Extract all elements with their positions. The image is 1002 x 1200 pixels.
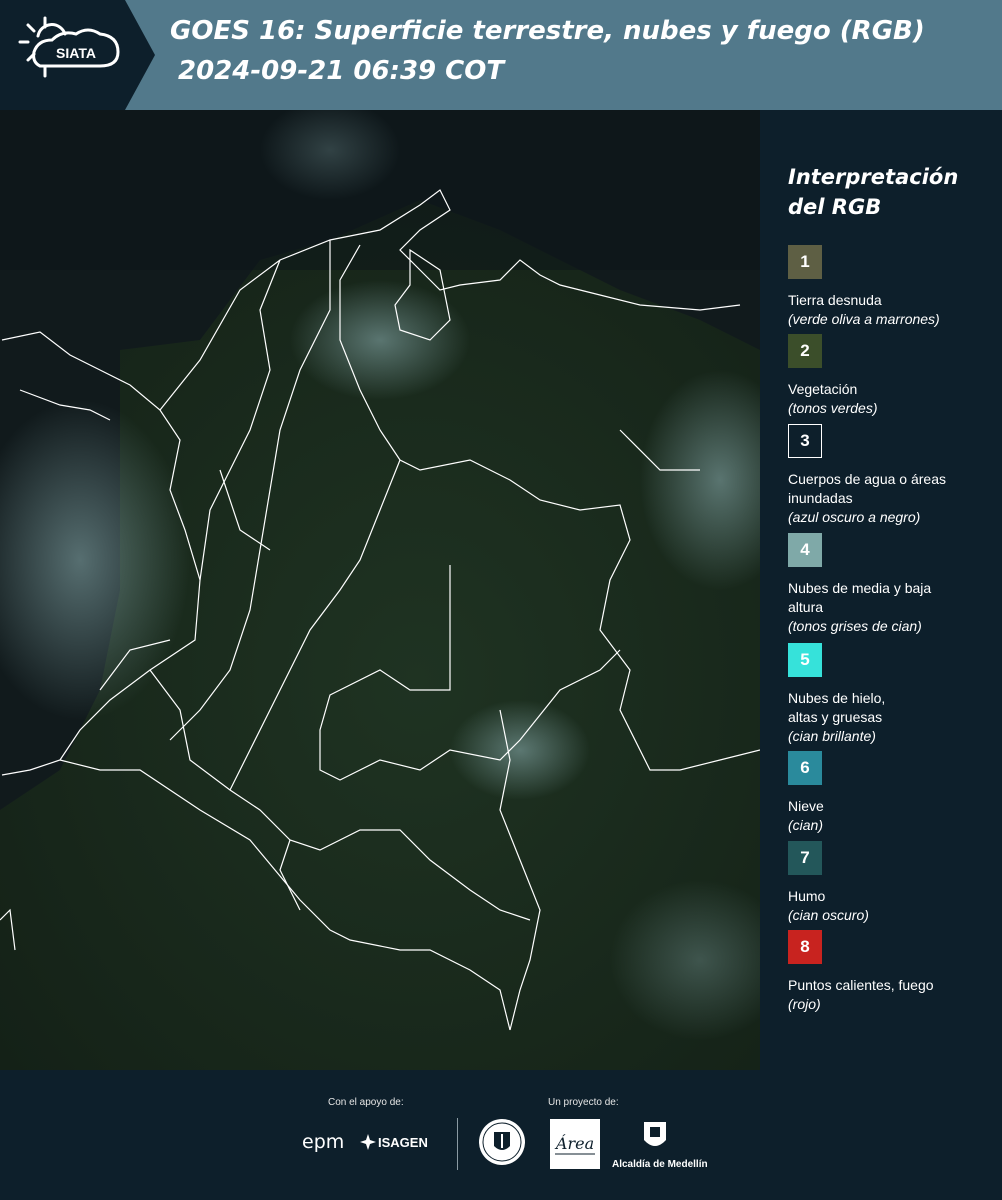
legend-swatch: 7 [788, 841, 822, 875]
legend-swatch: 3 [788, 424, 822, 458]
legend-swatch: 5 [788, 643, 822, 677]
legend-label: Nubes de media y baja altura [788, 580, 932, 615]
legend-label: Nieve [788, 798, 824, 814]
legend-sublabel: (cian oscuro) [788, 907, 869, 923]
legend-panel: Interpretación del RGB 1 Tierra desnuda … [760, 110, 1002, 1070]
legend-swatch: 4 [788, 533, 822, 567]
isagen-logo: ISAGEN [378, 1135, 428, 1150]
footer-divider [457, 1118, 458, 1170]
university-seal [479, 1119, 525, 1165]
legend-label: Vegetación [788, 381, 858, 397]
legend-label: Humo [788, 888, 826, 904]
medellin-coat-of-arms [644, 1122, 666, 1146]
logo-text: SIATA [56, 45, 96, 61]
legend-sublabel: (verde oliva a marrones) [788, 311, 940, 327]
legend-item: 2 Vegetación (tonos verdes) [788, 334, 998, 418]
legend-sublabel: (rojo) [788, 996, 821, 1012]
area-metropolitana-logo: Área [550, 1119, 600, 1169]
support-label: Con el apoyo de: [328, 1097, 404, 1108]
satellite-map [0, 110, 760, 1070]
page-timestamp: 2024-09-21 06:39 COT [178, 56, 505, 86]
legend-item: 5 Nubes de hielo, altas y gruesas (cian … [788, 643, 998, 746]
legend-item: 6 Nieve (cian) [788, 751, 998, 835]
alcaldia-medellin-label: Alcaldía de Medellín [612, 1159, 708, 1170]
legend-item: 4 Nubes de media y baja altura (tonos gr… [788, 533, 998, 636]
legend-item: 8 Puntos calientes, fuego (rojo) [788, 930, 998, 1014]
page-title: GOES 16: Superficie terrestre, nubes y f… [170, 16, 925, 46]
legend-label: Tierra desnuda [788, 292, 882, 308]
project-label: Un proyecto de: [548, 1097, 619, 1108]
legend-title: Interpretación del RGB [788, 162, 958, 222]
svg-text:Área: Área [554, 1133, 594, 1153]
legend-item: 7 Humo (cian oscuro) [788, 841, 998, 925]
isagen-icon [360, 1134, 376, 1155]
legend-swatch: 8 [788, 930, 822, 964]
legend-title-line1: Interpretación [788, 165, 959, 189]
legend-label: Puntos calientes, fuego [788, 977, 934, 993]
legend-sublabel: (cian) [788, 817, 824, 833]
legend-swatch: 2 [788, 334, 822, 368]
legend-item: 1 Tierra desnuda (verde oliva a marrones… [788, 245, 998, 329]
legend-item: 3 Cuerpos de agua o áreas inundadas (azu… [788, 424, 998, 527]
legend-title-line2: del RGB [788, 195, 882, 219]
footer: Con el apoyo de: Un proyecto de: epm ISA… [0, 1070, 1002, 1200]
legend-label: Cuerpos de agua o áreas inundadas [788, 471, 946, 506]
epm-logo: epm [302, 1131, 345, 1153]
header: SIATA GOES 16: Superficie terrestre, nub… [0, 0, 1002, 110]
legend-swatch: 6 [788, 751, 822, 785]
legend-sublabel: (tonos verdes) [788, 400, 878, 416]
legend-sublabel: (azul oscuro a negro) [788, 509, 921, 525]
legend-sublabel: (cian brillante) [788, 728, 876, 744]
siata-logo: SIATA [0, 0, 155, 110]
legend-label: Nubes de hielo, altas y gruesas [788, 690, 886, 725]
legend-swatch: 1 [788, 245, 822, 279]
legend-sublabel: (tonos grises de cian) [788, 618, 922, 634]
